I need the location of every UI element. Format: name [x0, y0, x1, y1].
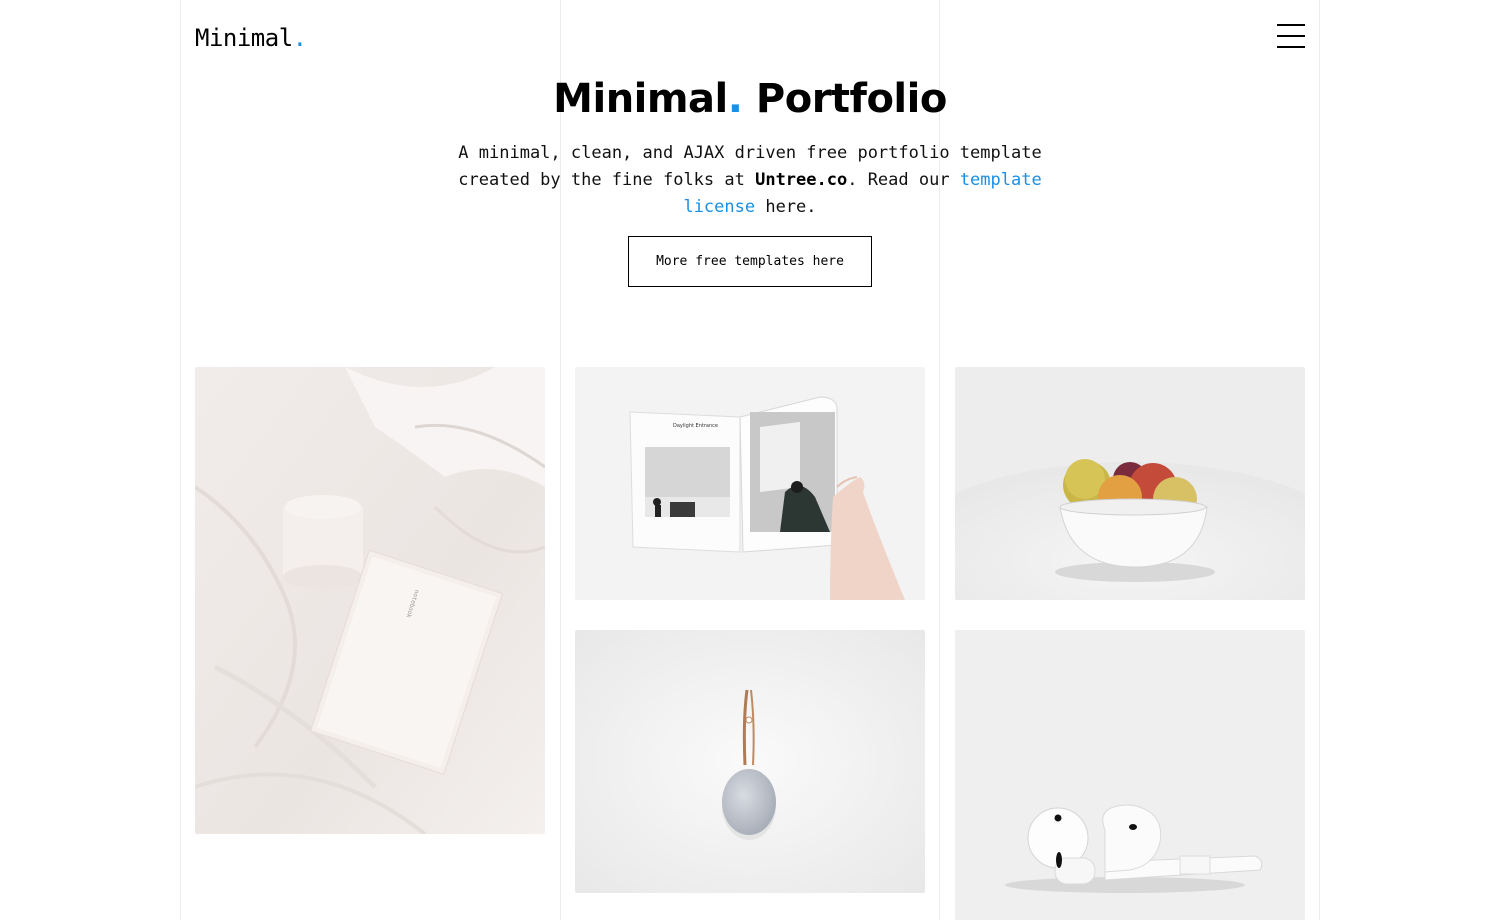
more-templates-button[interactable]: More free templates here	[628, 236, 872, 287]
speaker-image	[575, 630, 925, 893]
page-title: Minimal. Portfolio	[553, 76, 947, 122]
magazine-image: Daylight Entrance	[575, 367, 925, 600]
brand-name: Untree.co	[755, 170, 848, 190]
portfolio-item-bed[interactable]: notebook	[195, 367, 545, 834]
grid-line-4	[1319, 0, 1320, 920]
portfolio-item-earbuds[interactable]	[955, 630, 1305, 920]
grid-line-2	[560, 0, 561, 920]
fruit-bowl-image	[955, 367, 1305, 600]
grid-line-3	[939, 0, 940, 920]
hero-description: A minimal, clean, and AJAX driven free p…	[458, 143, 1042, 217]
logo-dot: .	[292, 24, 307, 52]
portfolio-item-magazine[interactable]: Daylight Entrance	[575, 367, 925, 600]
logo-text[interactable]: Minimal	[195, 24, 293, 52]
svg-text:Daylight Entrance: Daylight Entrance	[673, 423, 718, 429]
grid-line-1	[180, 0, 181, 920]
earbuds-image	[955, 630, 1305, 920]
site-logo[interactable]: Minimal.	[195, 24, 307, 52]
portfolio-item-speaker[interactable]	[575, 630, 925, 893]
bed-notebook-image: notebook	[195, 367, 545, 834]
hamburger-menu-icon[interactable]	[1277, 24, 1305, 48]
portfolio-item-fruit[interactable]	[955, 367, 1305, 600]
